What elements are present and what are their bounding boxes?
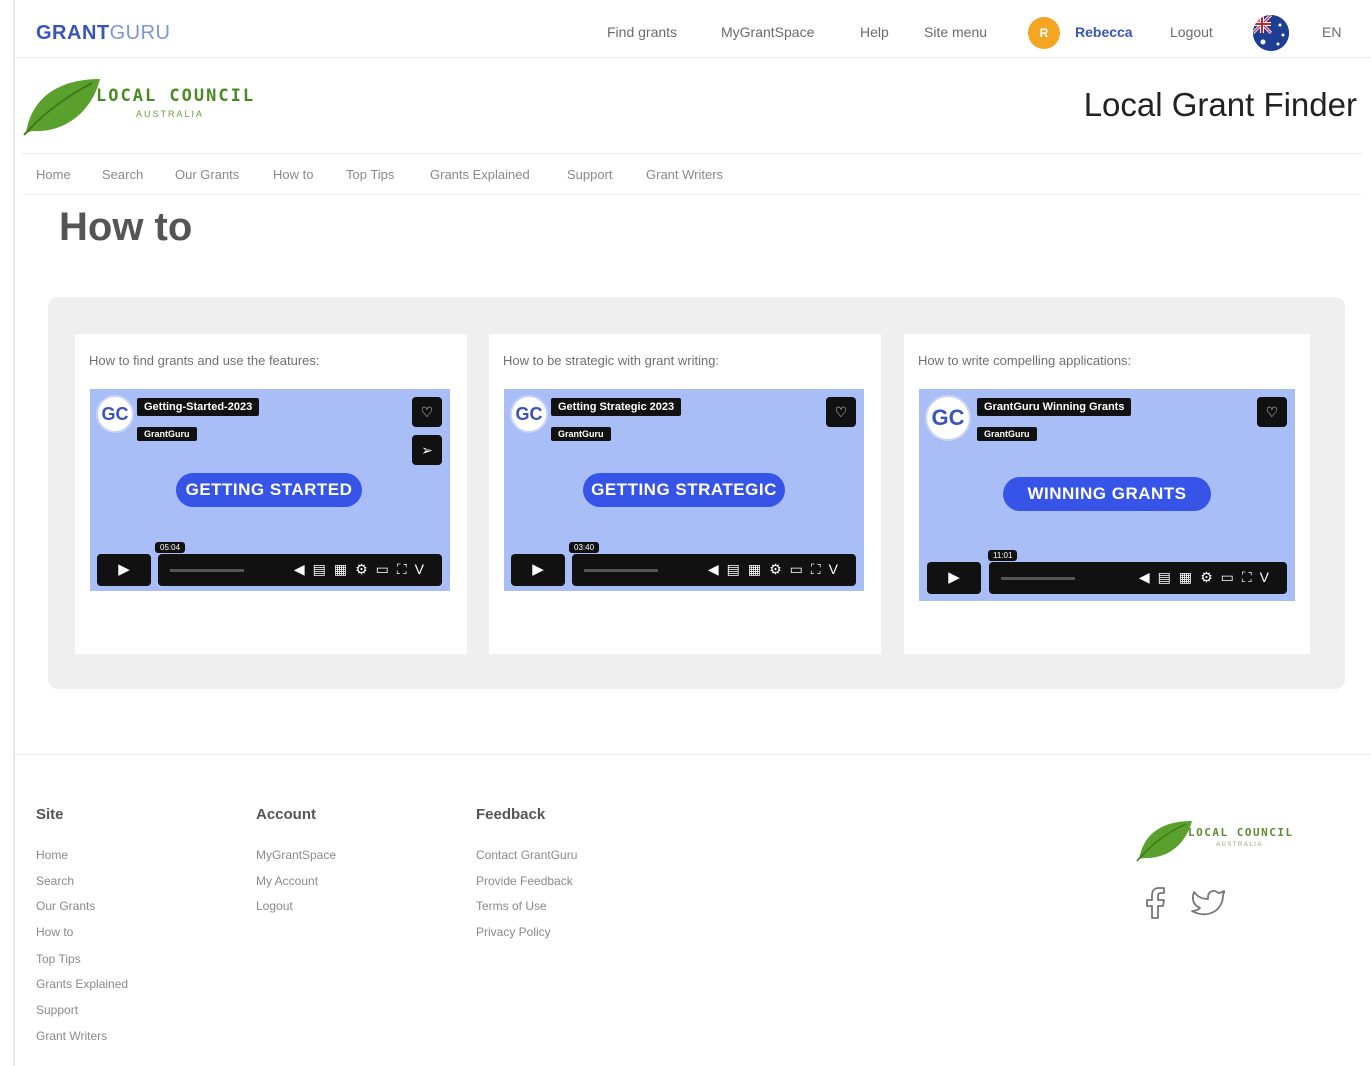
heart-icon[interactable]: ♡: [412, 397, 442, 427]
video-card: How to be strategic with grant writing: …: [489, 334, 881, 654]
video-title[interactable]: Getting Strategic 2023: [551, 398, 682, 416]
video-banner: GETTING STARTED: [176, 473, 362, 507]
video-player[interactable]: GC GrantGuru Winning Grants GrantGuru ♡ …: [919, 389, 1295, 601]
video-player[interactable]: GC Getting Strategic 2023 GrantGuru ♡ GE…: [504, 389, 864, 591]
video-caption: How to write compelling applications:: [918, 353, 1132, 368]
menu-home[interactable]: Home: [36, 167, 71, 182]
footer-link-support[interactable]: Support: [36, 1003, 78, 1017]
brand-part-1: GRANT: [36, 22, 110, 44]
control-icons[interactable]: ◀︎▤▦⚙▭⛶V: [1139, 569, 1277, 586]
footer-link-search[interactable]: Search: [36, 874, 74, 888]
control-icons[interactable]: ◀︎▤▦⚙▭⛶V: [708, 561, 846, 578]
council-logo-subtitle: AUSTRALIA: [136, 109, 205, 119]
menu-how-to[interactable]: How to: [273, 167, 313, 182]
progress-track[interactable]: [170, 569, 244, 572]
nav-find-grants[interactable]: Find grants: [607, 24, 677, 40]
logout-link[interactable]: Logout: [1170, 24, 1213, 40]
menu-grants-explained[interactable]: Grants Explained: [430, 167, 530, 182]
footer-link-privacy[interactable]: Privacy Policy: [476, 925, 551, 939]
twitter-icon[interactable]: [1190, 882, 1228, 922]
control-icons[interactable]: ◀︎▤▦⚙▭⛶V: [294, 561, 432, 578]
video-controls[interactable]: ◀︎▤▦⚙▭⛶V: [989, 562, 1287, 594]
page-title: How to: [59, 205, 193, 249]
site-title: Local Grant Finder: [1083, 86, 1357, 123]
grantguru-logo[interactable]: GRANTGURU: [36, 22, 171, 45]
menu-our-grants[interactable]: Our Grants: [175, 167, 239, 182]
nav-site-menu[interactable]: Site menu: [924, 24, 987, 40]
video-title[interactable]: GrantGuru Winning Grants: [977, 398, 1132, 416]
footer-link-grants-explained[interactable]: Grants Explained: [36, 977, 128, 991]
share-icon[interactable]: ➢: [412, 435, 442, 465]
grantguru-channel-icon[interactable]: GC: [510, 395, 548, 433]
video-time: 11:01: [988, 550, 1018, 561]
video-channel[interactable]: GrantGuru: [977, 427, 1037, 441]
video-time: 03:40: [569, 542, 600, 553]
footer-link-our-grants[interactable]: Our Grants: [36, 899, 95, 913]
progress-track[interactable]: [1001, 577, 1075, 580]
grantguru-channel-icon[interactable]: GC: [925, 395, 971, 441]
brand-part-2: GURU: [109, 22, 171, 44]
footer-feedback-heading: Feedback: [476, 806, 546, 823]
language-selector[interactable]: EN: [1322, 24, 1341, 40]
video-card: How to find grants and use the features:…: [75, 334, 467, 654]
footer-link-logout[interactable]: Logout: [256, 899, 293, 913]
video-card: How to write compelling applications: GC…: [904, 334, 1310, 654]
footer-link-how-to[interactable]: How to: [36, 925, 73, 939]
video-channel[interactable]: GrantGuru: [551, 427, 611, 441]
video-time: 05:04: [155, 542, 186, 553]
progress-track[interactable]: [584, 569, 658, 572]
menu-search[interactable]: Search: [102, 167, 143, 182]
footer-link-provide-feedback[interactable]: Provide Feedback: [476, 874, 573, 888]
footer-link-my-account[interactable]: My Account: [256, 874, 318, 888]
council-menu: Home Search Our Grants How to Top Tips G…: [22, 153, 1362, 195]
footer-link-contact[interactable]: Contact GrantGuru: [476, 848, 577, 862]
council-logo-title: LOCAL COUNCIL: [96, 86, 256, 106]
left-border: [13, 0, 15, 1066]
top-bar: GRANTGURU Find grants MyGrantSpace Help …: [15, 0, 1371, 58]
play-icon[interactable]: ▶: [97, 554, 151, 586]
video-caption: How to be strategic with grant writing:: [503, 353, 720, 368]
video-title[interactable]: Getting-Started-2023: [137, 398, 260, 416]
footer-logo-subtitle: AUSTRALIA: [1216, 842, 1263, 848]
footer-link-mygrantspace[interactable]: MyGrantSpace: [256, 848, 336, 862]
video-controls[interactable]: ◀︎▤▦⚙▭⛶V: [572, 554, 856, 586]
heart-icon[interactable]: ♡: [1257, 397, 1287, 427]
user-name-link[interactable]: Rebecca: [1075, 24, 1133, 40]
video-player[interactable]: GC Getting-Started-2023 GrantGuru ♡ ➢ GE…: [90, 389, 450, 591]
play-icon[interactable]: ▶: [927, 562, 981, 594]
footer-account-heading: Account: [256, 806, 316, 823]
video-banner: GETTING STRATEGIC: [583, 473, 785, 507]
footer-link-top-tips[interactable]: Top Tips: [36, 952, 81, 966]
leaf-icon: [23, 79, 100, 136]
council-logo[interactable]: [22, 75, 282, 137]
grantguru-channel-icon[interactable]: GC: [96, 395, 134, 433]
video-controls[interactable]: ◀︎▤▦⚙▭⛶V: [158, 554, 442, 586]
menu-top-tips[interactable]: Top Tips: [346, 167, 394, 182]
footer-site-heading: Site: [36, 806, 64, 823]
video-banner: WINNING GRANTS: [1003, 477, 1211, 511]
footer-logo-title: LOCAL COUNCIL: [1188, 826, 1294, 839]
footer-divider: [15, 754, 1371, 755]
footer-link-home[interactable]: Home: [36, 848, 68, 862]
footer-leaf-icon[interactable]: [1136, 818, 1194, 862]
australia-flag-icon[interactable]: [1253, 15, 1289, 51]
video-channel[interactable]: GrantGuru: [137, 427, 197, 441]
footer-link-terms[interactable]: Terms of Use: [476, 899, 547, 913]
nav-mygrantspace[interactable]: MyGrantSpace: [721, 24, 814, 40]
play-icon[interactable]: ▶: [511, 554, 565, 586]
menu-support[interactable]: Support: [567, 167, 613, 182]
video-caption: How to find grants and use the features:: [89, 353, 320, 368]
heart-icon[interactable]: ♡: [826, 397, 856, 427]
facebook-icon[interactable]: [1137, 882, 1175, 922]
nav-help[interactable]: Help: [860, 24, 889, 40]
user-avatar[interactable]: R: [1028, 17, 1060, 49]
menu-grant-writers[interactable]: Grant Writers: [646, 167, 723, 182]
footer-link-grant-writers[interactable]: Grant Writers: [36, 1029, 107, 1043]
